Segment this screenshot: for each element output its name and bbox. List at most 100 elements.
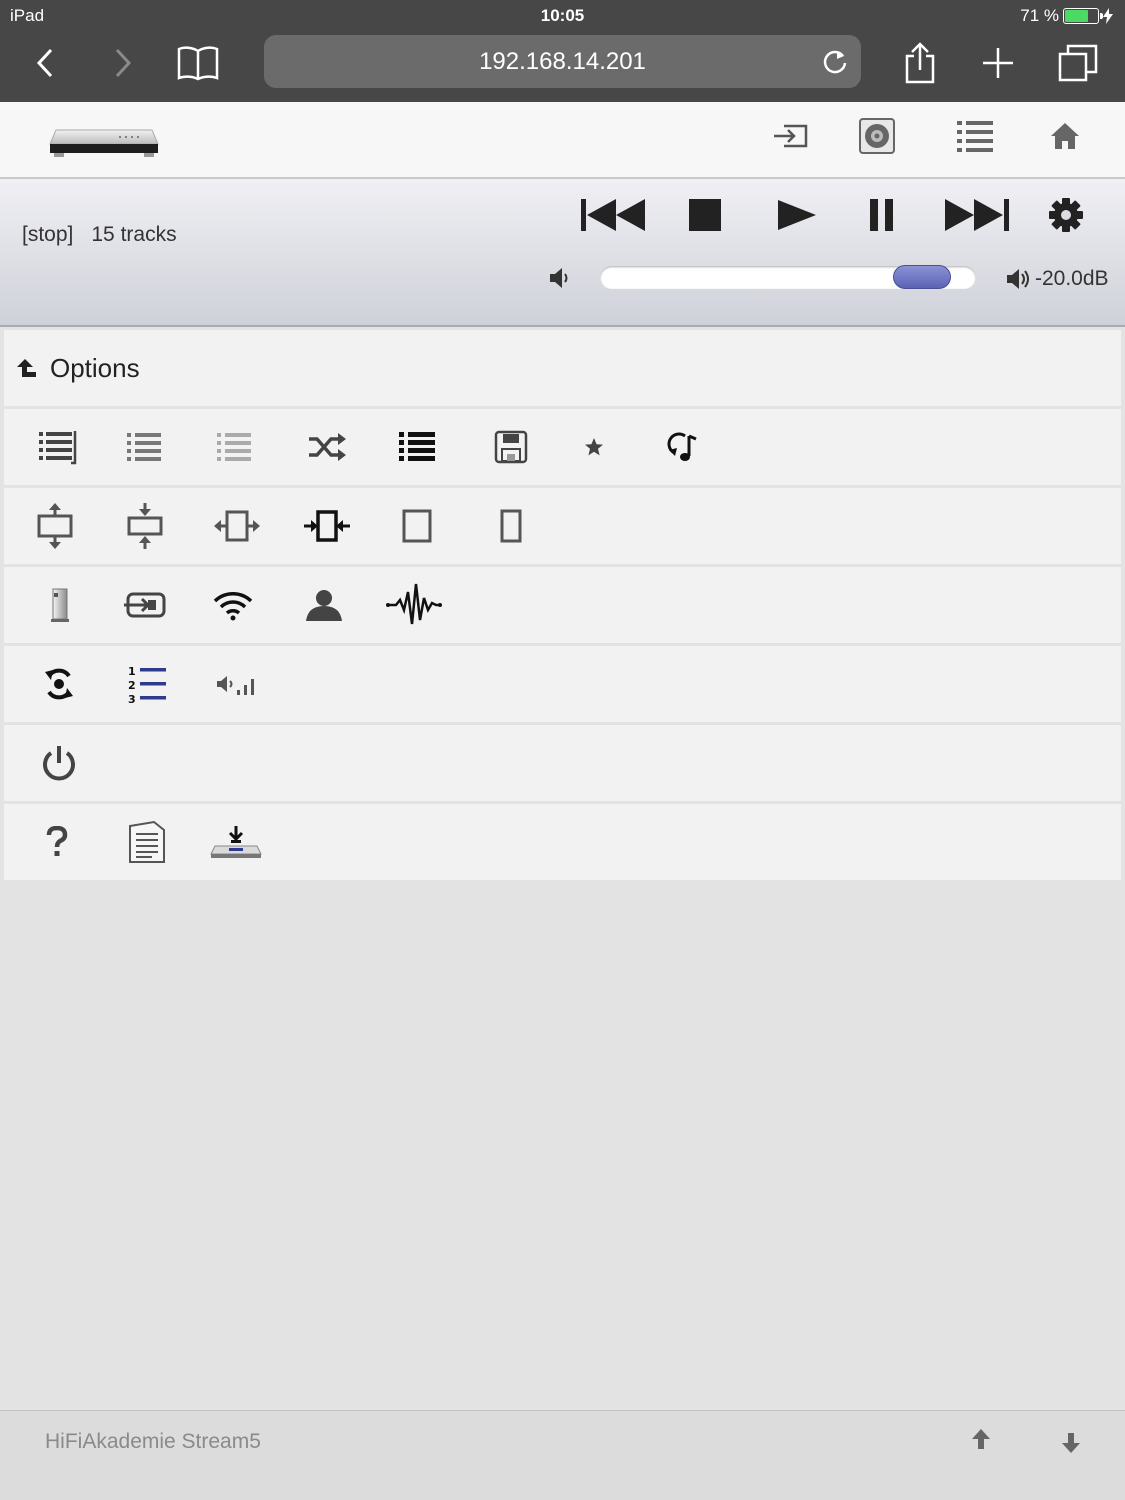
tabs-button[interactable]	[1056, 38, 1100, 88]
settings-icon	[1049, 198, 1083, 232]
player-panel: [stop] 15 tracks -20.0dB	[0, 179, 1125, 327]
svg-text:2: 2	[128, 679, 136, 692]
disc-icon	[859, 118, 895, 154]
previous-button[interactable]	[580, 193, 648, 237]
pause-icon	[870, 199, 893, 231]
forward-icon	[115, 48, 132, 78]
back-up-arrow-icon[interactable]	[16, 357, 38, 379]
volume-slider-handle[interactable]	[893, 265, 951, 289]
bookmarks-button[interactable]	[176, 38, 220, 88]
share-button[interactable]	[900, 38, 940, 88]
compress-vertical-icon	[127, 503, 163, 549]
help-button[interactable]	[32, 818, 82, 866]
user-icon	[306, 590, 342, 621]
shuffle-button[interactable]	[302, 423, 352, 471]
user-button[interactable]	[299, 581, 349, 629]
speaker-icon	[51, 588, 69, 622]
list-icon	[957, 121, 993, 152]
battery-icon	[1063, 8, 1103, 24]
power-button[interactable]	[34, 739, 84, 787]
narrow-frame-button[interactable]	[486, 502, 536, 550]
browser-chrome: iPad 10:05 71 % 192.168.14.201	[0, 0, 1125, 102]
repeat-music-icon	[667, 432, 697, 461]
settings-button[interactable]	[1046, 193, 1086, 237]
status-time: 10:05	[540, 6, 585, 25]
repeat-music-button[interactable]	[658, 423, 708, 471]
list-light-icon	[217, 433, 251, 461]
sync-button[interactable]	[34, 660, 84, 708]
options-panel: Options 1 2 3	[4, 330, 1121, 880]
forward-button[interactable]	[108, 38, 138, 88]
square-frame-icon	[402, 509, 432, 543]
expand-vertical-icon	[37, 503, 73, 549]
square-frame-button[interactable]	[392, 502, 442, 550]
play-button[interactable]	[774, 193, 820, 237]
input-icon	[774, 124, 808, 148]
track-count: 15 tracks	[91, 223, 177, 246]
volume-slider[interactable]	[600, 265, 976, 289]
stop-button[interactable]	[685, 193, 725, 237]
playlist-edit-icon	[39, 431, 77, 465]
list-button[interactable]	[120, 423, 170, 471]
wifi-icon	[213, 592, 253, 621]
pause-button[interactable]	[865, 193, 899, 237]
waveform-button[interactable]	[384, 581, 444, 629]
list-bold-button[interactable]	[392, 423, 442, 471]
favorite-star-icon	[585, 438, 603, 456]
battery-percent: 71 %	[1020, 6, 1059, 25]
playlist-edit-button[interactable]	[34, 423, 84, 471]
expand-horizontal-icon	[214, 510, 260, 542]
svg-text:3: 3	[128, 693, 136, 705]
options-header[interactable]: Options	[4, 330, 1121, 406]
options-row-help	[4, 804, 1121, 880]
address-bar[interactable]: 192.168.14.201	[264, 35, 861, 88]
stop-icon	[689, 199, 721, 231]
sync-icon	[45, 668, 73, 700]
expand-horizontal-button[interactable]	[212, 502, 262, 550]
footer-title: HiFiAkademie Stream5	[45, 1430, 261, 1453]
list-light-button[interactable]	[210, 423, 260, 471]
compress-horizontal-button[interactable]	[302, 502, 352, 550]
volume-db: -20.0dB	[1035, 267, 1109, 290]
wifi-button[interactable]	[208, 581, 258, 629]
favorite-button[interactable]	[569, 423, 619, 471]
scroll-down-icon[interactable]	[1060, 1431, 1082, 1455]
waveform-icon	[386, 583, 442, 625]
numbered-list-button[interactable]: 1 2 3	[122, 660, 172, 708]
document-button[interactable]	[122, 818, 172, 866]
back-icon	[36, 48, 53, 78]
new-tab-button[interactable]	[978, 38, 1018, 88]
home-button[interactable]	[1043, 114, 1087, 158]
volume-steps-button[interactable]	[212, 660, 262, 708]
player-state: [stop]	[22, 223, 74, 246]
back-button[interactable]	[30, 38, 60, 88]
speaker-button[interactable]	[34, 581, 84, 629]
compress-vertical-button[interactable]	[120, 502, 170, 550]
document-icon	[129, 820, 165, 863]
input-select-button[interactable]	[768, 114, 812, 158]
numbered-list-icon: 1 2 3	[128, 665, 166, 705]
firmware-update-button[interactable]	[208, 818, 264, 866]
tabs-icon	[1058, 44, 1098, 82]
volume-readout: -20.0dB	[1005, 267, 1109, 291]
list-bold-icon	[399, 432, 435, 461]
list-icon	[127, 433, 161, 461]
reload-icon[interactable]	[821, 47, 849, 75]
expand-vertical-button[interactable]	[30, 502, 80, 550]
player-status: [stop] 15 tracks	[22, 223, 177, 247]
scroll-up-icon[interactable]	[970, 1427, 992, 1451]
next-icon	[945, 199, 1009, 231]
input-icon	[124, 592, 166, 618]
status-battery: 71 %	[1020, 6, 1113, 26]
device-image	[49, 129, 159, 157]
options-row-device	[4, 567, 1121, 643]
save-button[interactable]	[486, 423, 536, 471]
previous-icon	[581, 199, 645, 231]
disc-button[interactable]	[855, 114, 899, 158]
volume-steps-icon	[217, 676, 254, 695]
playlist-button[interactable]	[953, 114, 997, 158]
next-button[interactable]	[942, 193, 1010, 237]
options-row-system: 1 2 3	[4, 646, 1121, 722]
input-source-button[interactable]	[120, 581, 170, 629]
options-row-playlist	[4, 409, 1121, 485]
